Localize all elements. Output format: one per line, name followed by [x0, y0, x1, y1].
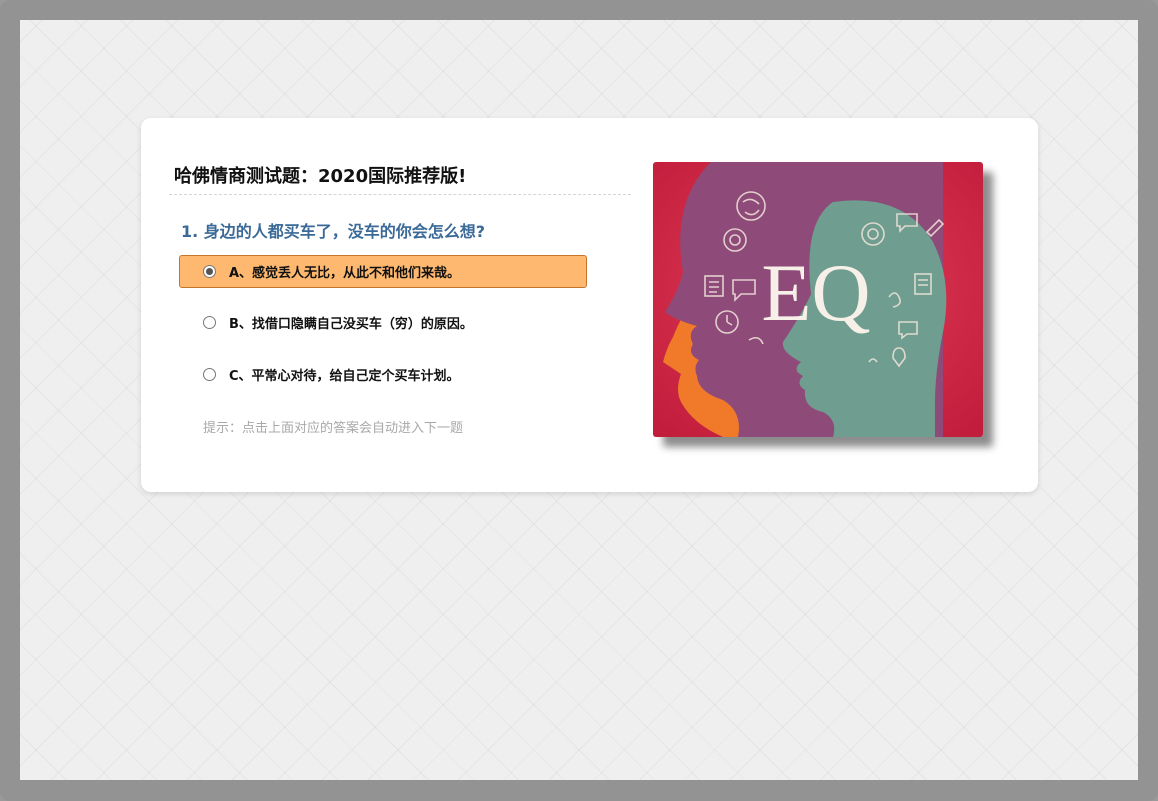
radio-button-b[interactable]	[203, 316, 216, 329]
title-divider	[169, 194, 631, 195]
radio-button-a[interactable]	[203, 265, 216, 278]
hint-text: 提示：点击上面对应的答案会自动进入下一题	[203, 421, 464, 436]
question-text: 1. 身边的人都买车了，没车的你会怎么想?	[181, 222, 486, 241]
answer-option-b[interactable]: B、找借口隐瞒自己没买车（穷）的原因。	[179, 306, 587, 339]
answer-option-b-label: B、找借口隐瞒自己没买车（穷）的原因。	[229, 317, 473, 332]
answer-option-c-label: C、平常心对待，给自己定个买车计划。	[229, 369, 460, 384]
radio-button-c[interactable]	[203, 368, 216, 381]
answer-option-a-label: A、感觉丢人无比，从此不和他们来哉。	[229, 266, 461, 281]
eq-illustration: EQ	[653, 162, 983, 437]
answer-option-c[interactable]: C、平常心对待，给自己定个买车计划。	[179, 358, 587, 391]
page-background: 哈佛情商测试题：2020国际推荐版! 1. 身边的人都买车了，没车的你会怎么想?…	[20, 20, 1138, 780]
quiz-card: 哈佛情商测试题：2020国际推荐版! 1. 身边的人都买车了，没车的你会怎么想?…	[141, 118, 1038, 492]
eq-label: EQ	[761, 247, 870, 338]
eq-illustration-graphic: EQ	[653, 162, 983, 437]
window-frame: 哈佛情商测试题：2020国际推荐版! 1. 身边的人都买车了，没车的你会怎么想?…	[0, 0, 1158, 801]
answer-option-a[interactable]: A、感觉丢人无比，从此不和他们来哉。	[179, 255, 587, 288]
quiz-title: 哈佛情商测试题：2020国际推荐版!	[174, 166, 467, 187]
